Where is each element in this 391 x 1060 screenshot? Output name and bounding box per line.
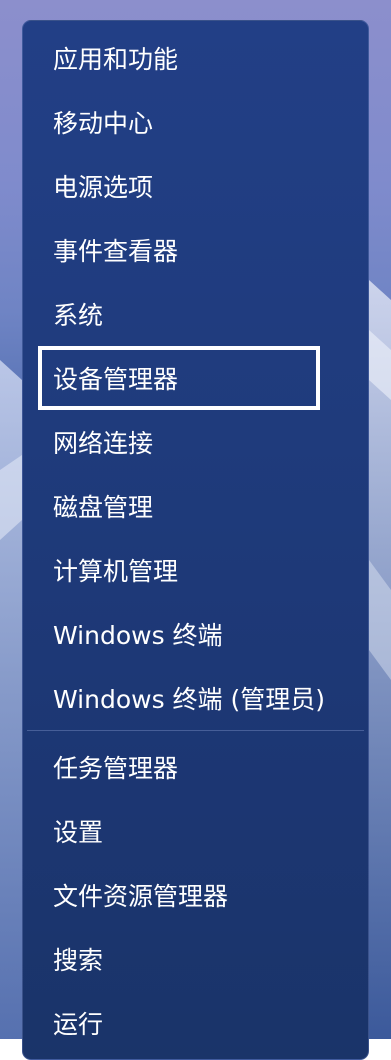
menu-item-windows-terminal[interactable]: Windows 终端 xyxy=(53,616,223,656)
menu-item-mobility-center[interactable]: 移动中心 xyxy=(53,104,153,144)
menu-item-settings[interactable]: 设置 xyxy=(53,813,103,853)
menu-item-event-viewer[interactable]: 事件查看器 xyxy=(53,232,178,272)
menu-item-system[interactable]: 系统 xyxy=(53,296,103,336)
menu-item-disk-management[interactable]: 磁盘管理 xyxy=(53,488,153,528)
menu-item-task-manager[interactable]: 任务管理器 xyxy=(53,749,178,789)
menu-separator xyxy=(27,730,364,731)
menu-item-device-manager[interactable]: 设备管理器 xyxy=(53,360,178,400)
menu-item-network-connections[interactable]: 网络连接 xyxy=(53,424,153,464)
menu-item-computer-management[interactable]: 计算机管理 xyxy=(53,552,178,592)
quick-link-menu: 应用和功能 移动中心 电源选项 事件查看器 系统 设备管理器 网络连接 磁盘管理… xyxy=(22,20,369,1060)
menu-item-power-options[interactable]: 电源选项 xyxy=(53,168,153,208)
menu-item-run[interactable]: 运行 xyxy=(53,1005,103,1045)
menu-item-windows-terminal-admin[interactable]: Windows 终端 (管理员) xyxy=(53,680,325,720)
menu-item-apps-and-features[interactable]: 应用和功能 xyxy=(53,40,178,80)
menu-item-file-explorer[interactable]: 文件资源管理器 xyxy=(53,877,228,917)
menu-item-search[interactable]: 搜索 xyxy=(53,941,103,981)
